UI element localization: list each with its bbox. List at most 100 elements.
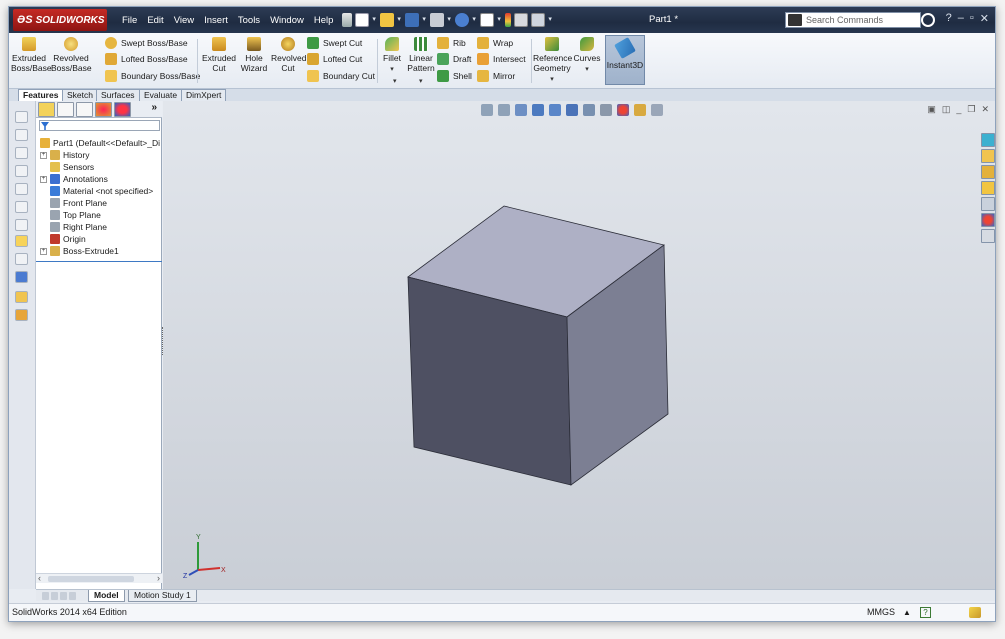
tab-features[interactable]: Features: [18, 89, 64, 101]
tree-item-right-plane[interactable]: Right Plane: [38, 221, 160, 233]
solidworks-resources-icon[interactable]: [981, 133, 995, 147]
macro-icon[interactable]: [15, 291, 28, 303]
menu-view[interactable]: View: [169, 15, 199, 26]
tab-evaluate[interactable]: Evaluate: [139, 89, 183, 101]
display-manager-tab-icon[interactable]: [114, 102, 131, 117]
menu-tools[interactable]: Tools: [233, 15, 265, 26]
lofted-boss-button[interactable]: Lofted Boss/Base: [105, 53, 188, 65]
feature-manager-tab-icon[interactable]: [38, 102, 55, 117]
fillet-dropdown-icon[interactable]: ▾: [390, 66, 394, 73]
expand-icon[interactable]: +: [40, 176, 47, 183]
appearances-icon[interactable]: [981, 213, 995, 227]
close-button[interactable]: ✕: [980, 12, 989, 25]
prev-tab-icon[interactable]: [51, 592, 58, 600]
file-explorer-icon[interactable]: [981, 181, 995, 195]
tab-surfaces[interactable]: Surfaces: [96, 89, 140, 101]
extruded-boss-button[interactable]: Extruded Boss/Base: [11, 37, 52, 73]
tab-model[interactable]: Model: [88, 590, 125, 602]
custom-properties-icon[interactable]: [981, 229, 995, 243]
options-dropdown-icon[interactable]: ▾: [548, 15, 553, 25]
menu-insert[interactable]: Insert: [199, 15, 233, 26]
minimize-button[interactable]: –: [958, 12, 964, 25]
sketch-icon[interactable]: [15, 235, 28, 247]
pin-icon[interactable]: [342, 13, 353, 27]
last-tab-icon[interactable]: [69, 592, 76, 600]
menu-file[interactable]: File: [117, 15, 142, 26]
boundary-boss-button[interactable]: Boundary Boss/Base: [105, 70, 200, 82]
box-select-icon[interactable]: [15, 111, 28, 123]
tab-dimxpert[interactable]: DimXpert: [181, 89, 227, 101]
rebuild-status-icon[interactable]: [969, 607, 981, 618]
solidworks-logo[interactable]: ƏS SOLIDWORKS: [13, 9, 107, 31]
open-folder-icon[interactable]: [380, 13, 395, 27]
tree-root-part[interactable]: Part1 (Default<<Default>_Disp: [38, 137, 160, 149]
intersect-button[interactable]: Intersect: [477, 53, 526, 65]
rib-button[interactable]: Rib: [437, 37, 466, 49]
configuration-manager-tab-icon[interactable]: [76, 102, 93, 117]
new-document-icon[interactable]: [355, 13, 370, 27]
draft-outline-icon[interactable]: [15, 201, 28, 213]
undo-dropdown-icon[interactable]: ▾: [472, 15, 477, 25]
lofted-cut-button[interactable]: Lofted Cut: [307, 53, 362, 65]
select-icon[interactable]: [480, 13, 495, 27]
view-palette-icon[interactable]: [981, 197, 995, 211]
linear-pattern-button[interactable]: Linear Pattern: [407, 37, 435, 73]
home-icon[interactable]: [981, 149, 995, 163]
hole-wizard-button[interactable]: Hole Wizard: [239, 37, 269, 73]
relation-icon[interactable]: [15, 253, 28, 265]
file-properties-icon[interactable]: [514, 13, 529, 27]
dimxpert-manager-tab-icon[interactable]: [95, 102, 112, 117]
curves-dropdown-icon[interactable]: ▾: [585, 66, 589, 73]
extruded-cut-button[interactable]: Extruded Cut: [201, 37, 237, 73]
search-commands-field[interactable]: Search Commands: [785, 12, 921, 28]
swept-boss-button[interactable]: Swept Boss/Base: [105, 37, 188, 49]
curves-button[interactable]: Curves ▾: [573, 37, 601, 75]
help-question-icon[interactable]: ?: [946, 12, 952, 25]
tab-sketch[interactable]: Sketch: [62, 89, 98, 101]
print-icon[interactable]: [430, 13, 445, 27]
open-dropdown-icon[interactable]: ▾: [397, 15, 402, 25]
instant3d-button[interactable]: Instant3D: [605, 35, 645, 85]
revolved-boss-button[interactable]: Revolved Boss/Base: [51, 37, 92, 73]
menu-help[interactable]: Help: [309, 15, 339, 26]
next-tab-icon[interactable]: [60, 592, 67, 600]
tree-item-history[interactable]: + History: [38, 149, 160, 161]
design-library-icon[interactable]: [981, 165, 995, 179]
mirror-button[interactable]: Mirror: [477, 70, 515, 82]
first-tab-icon[interactable]: [42, 592, 49, 600]
swept-cut-button[interactable]: Swept Cut: [307, 37, 362, 49]
tree-item-top-plane[interactable]: Top Plane: [38, 209, 160, 221]
more-tabs-icon[interactable]: »: [151, 102, 157, 113]
library-icon[interactable]: [15, 309, 28, 321]
undo-icon[interactable]: [455, 13, 470, 27]
tree-item-annotations[interactable]: + Annotations: [38, 173, 160, 185]
tree-item-sensors[interactable]: Sensors: [38, 161, 160, 173]
draft-button[interactable]: Draft: [437, 53, 471, 65]
wrap-button[interactable]: Wrap: [477, 37, 513, 49]
options-icon[interactable]: [531, 13, 546, 27]
fillet-button[interactable]: Fillet ▾: [381, 37, 403, 75]
expand-icon[interactable]: +: [40, 152, 47, 159]
search-icon[interactable]: [921, 13, 935, 27]
reference-geometry-dropdown-icon[interactable]: ▾: [550, 76, 554, 83]
expand-icon[interactable]: +: [40, 248, 47, 255]
scroll-right-icon[interactable]: ›: [157, 573, 160, 583]
new-dropdown-icon[interactable]: ▾: [372, 15, 377, 25]
boundary-cut-button[interactable]: Boundary Cut: [307, 70, 375, 82]
select-dropdown-icon[interactable]: ▾: [497, 15, 502, 25]
quick-tips-help-icon[interactable]: ?: [920, 607, 931, 618]
menu-edit[interactable]: Edit: [142, 15, 168, 26]
graphics-area[interactable]: ▣ ◫ _ ❐ ✕ Y X Z: [163, 101, 995, 591]
reference-geometry-button[interactable]: Reference Geometry ▾: [533, 37, 572, 85]
pattern-dropdown-icon[interactable]: ▾: [419, 77, 423, 85]
property-manager-tab-icon[interactable]: [57, 102, 74, 117]
tree-filter-field[interactable]: [39, 120, 160, 131]
restore-button[interactable]: ▫: [970, 12, 974, 25]
menu-window[interactable]: Window: [265, 15, 309, 26]
scroll-thumb[interactable]: [48, 576, 134, 582]
fillet-split-dropdown-icon[interactable]: ▾: [393, 77, 397, 85]
pattern-outline-icon[interactable]: [15, 183, 28, 195]
tree-horizontal-scrollbar[interactable]: ‹ ›: [36, 573, 162, 583]
measure-icon[interactable]: [15, 271, 28, 283]
shell-outline-icon[interactable]: [15, 219, 28, 231]
